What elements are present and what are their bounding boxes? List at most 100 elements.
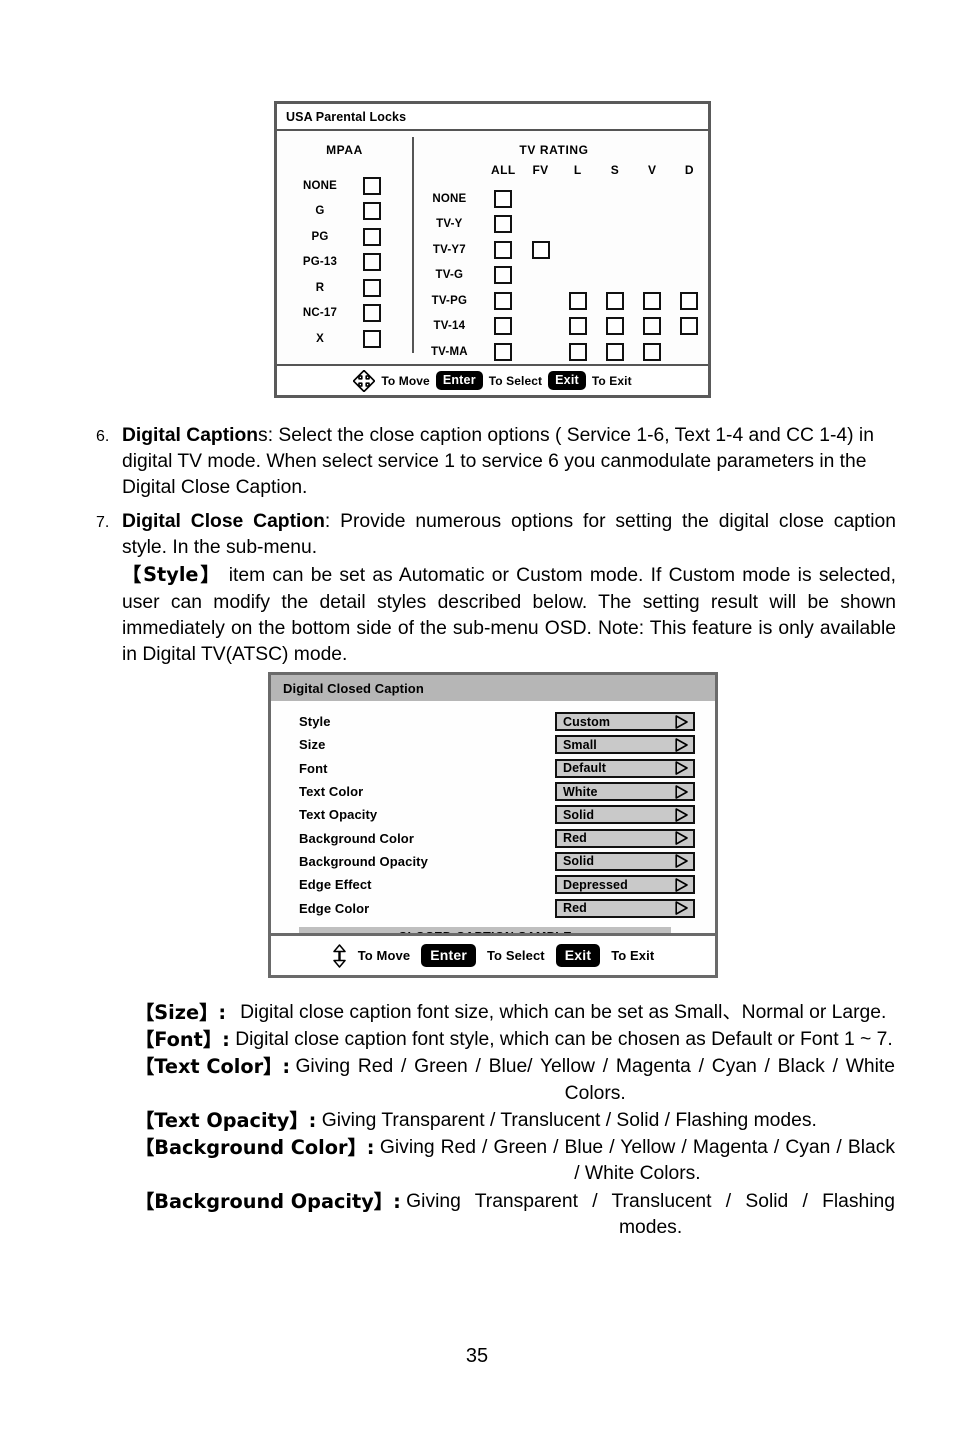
tv-checkbox-placeholder	[532, 266, 550, 284]
dcc-value-selector[interactable]: White	[555, 782, 695, 802]
tv-rating-row-label: TV-G	[435, 269, 464, 282]
tv-rating-row-label: TV-PG	[431, 294, 468, 307]
style-description-text: item can be set as Automatic or Custom m…	[122, 565, 897, 666]
tv-checkbox-tv-ma-all[interactable]	[494, 342, 513, 361]
mpaa-row: NONE	[277, 173, 412, 199]
mpaa-checkbox-x[interactable]	[363, 329, 381, 348]
tv-checkbox-tv-y-all[interactable]	[494, 215, 513, 234]
dcc-value-selector[interactable]: Solid	[555, 805, 695, 825]
dcc-menu-row[interactable]: Style Custom	[271, 710, 715, 733]
tv-rating-cell	[596, 342, 633, 361]
parental-locks-title: USA Parental Locks	[286, 109, 407, 124]
tv-checkbox-tv-y7-all[interactable]	[494, 240, 513, 259]
tv-checkbox-tv-14-l[interactable]	[568, 317, 587, 336]
list-item-6-number: 6.	[96, 428, 110, 445]
tv-rating-cell	[596, 266, 633, 284]
exit-key-button[interactable]: Exit	[548, 371, 586, 390]
tv-rating-cell	[596, 215, 633, 233]
mpaa-checkbox-none[interactable]	[363, 176, 381, 195]
tv-checkbox-tv-14-all[interactable]	[494, 317, 513, 336]
dcc-menu-row[interactable]: Background Opacity Solid	[271, 850, 715, 873]
tv-rating-cell	[671, 190, 708, 208]
dcc-value-selector[interactable]: Small	[555, 735, 695, 755]
dcc-row-label: Edge Effect	[299, 877, 372, 893]
dcc-value-selector[interactable]: Default	[555, 758, 695, 778]
tv-checkbox-none-all[interactable]	[494, 189, 513, 208]
mpaa-checkbox-nc17[interactable]	[363, 304, 381, 323]
dcc-menu-row[interactable]: Text Color White	[271, 780, 715, 803]
dcc-row-label: Font	[299, 760, 328, 776]
tv-rating-row: TV-Y	[414, 212, 708, 238]
mpaa-checkbox-pg13[interactable]	[363, 253, 381, 272]
dcc-row-label: Size	[299, 737, 326, 753]
dcc-menu-row[interactable]: Edge Effect Depressed	[271, 873, 715, 896]
tv-rating-row: TV-PG	[414, 288, 708, 314]
tv-rating-cell	[485, 317, 522, 336]
definition-description: Digital close caption font size, which c…	[240, 1002, 887, 1023]
tv-checkbox-tv-g-all[interactable]	[494, 266, 513, 285]
enter-key-button[interactable]: Enter	[435, 371, 483, 390]
tv-rating-cell	[596, 190, 633, 208]
tv-checkbox-tv-ma-v[interactable]	[643, 342, 662, 361]
dcc-menu-row[interactable]: Size Small	[271, 733, 715, 756]
dcc-value-selector[interactable]: Red	[555, 828, 695, 848]
tv-checkbox-tv-pg-d[interactable]	[680, 291, 699, 310]
tv-rating-cell	[671, 241, 708, 259]
tv-checkbox-placeholder	[606, 215, 624, 233]
mpaa-checkbox-pg[interactable]	[363, 227, 381, 246]
tv-checkbox-placeholder	[643, 266, 661, 284]
exit-label: To Exit	[591, 373, 632, 388]
tv-checkbox-tv-14-d[interactable]	[680, 317, 699, 336]
dcc-menu-row[interactable]: Edge Color Red	[271, 896, 715, 919]
dcc-value-text: Depressed	[563, 877, 628, 892]
definition-description: Giving Transparent / Translucent / Solid…	[321, 1109, 817, 1131]
tv-checkbox-tv-ma-s[interactable]	[605, 342, 624, 361]
dcc-menu-row[interactable]: Text Opacity Solid	[271, 803, 715, 826]
tv-checkbox-tv-pg-l[interactable]	[568, 291, 587, 310]
tv-checkbox-tv-ma-l[interactable]	[568, 342, 587, 361]
tv-checkbox-placeholder	[569, 266, 587, 284]
definition-item: 【Text Color】: Giving Red / Green / Blue/…	[135, 1054, 895, 1106]
tv-checkbox-tv-y7-fv[interactable]	[531, 240, 550, 259]
tv-checkbox-tv-pg-all[interactable]	[494, 291, 513, 310]
parental-locks-footer: To Move Enter To Select Exit To Exit	[277, 364, 708, 395]
dcc-value-selector[interactable]: Custom	[555, 712, 695, 732]
dcc-row-label: Edge Color	[299, 900, 370, 916]
parental-locks-body: MPAA NONE G PG PG-13 R NC-17 X TV RATING…	[277, 131, 708, 366]
mpaa-row: G	[277, 199, 412, 225]
up-down-arrow-icon	[332, 943, 347, 968]
dcc-value-selector[interactable]: Solid	[555, 851, 695, 871]
tv-rating-row: TV-MA	[414, 339, 708, 365]
tv-rating-cell	[559, 190, 596, 208]
tv-checkbox-tv-14-s[interactable]	[605, 317, 624, 336]
tv-rating-cell	[559, 291, 596, 310]
mpaa-checkbox-r[interactable]	[363, 278, 381, 297]
tv-checkbox-placeholder	[680, 266, 698, 284]
dcc-menu-row[interactable]: Background Color Red	[271, 826, 715, 849]
tv-rating-row: NONE	[414, 186, 708, 212]
dcc-value-selector[interactable]: Depressed	[555, 875, 695, 895]
tv-rating-row-label: TV-Y	[436, 218, 463, 231]
tv-rating-cell	[522, 215, 559, 233]
tv-rating-cell	[671, 215, 708, 233]
style-description-block: 【Style】 item can be set as Automatic or …	[122, 562, 896, 668]
tv-checkbox-tv-pg-s[interactable]	[605, 291, 624, 310]
tv-checkbox-tv-pg-v[interactable]	[643, 291, 662, 310]
dcc-row-label: Background Color	[299, 830, 414, 846]
enter-key-button[interactable]: Enter	[421, 944, 476, 967]
dcc-value-selector[interactable]: Red	[555, 898, 695, 918]
tv-rating-cell	[634, 342, 671, 361]
definition-term: 【Font】:	[135, 1028, 230, 1052]
tv-col-header-v: V	[647, 163, 657, 177]
tv-rating-row: TV-G	[414, 263, 708, 289]
tv-checkbox-placeholder	[532, 292, 550, 310]
tv-checkbox-tv-14-v[interactable]	[643, 317, 662, 336]
move-label: To Move	[381, 373, 430, 388]
tv-rating-cell	[559, 317, 596, 336]
tv-rating-cell	[634, 266, 671, 284]
definition-term: 【Background Color】:	[135, 1136, 375, 1160]
tv-rating-cell	[634, 190, 671, 208]
exit-key-button[interactable]: Exit	[555, 944, 601, 967]
mpaa-checkbox-g[interactable]	[363, 202, 381, 221]
dcc-menu-row[interactable]: Font Default	[271, 757, 715, 780]
